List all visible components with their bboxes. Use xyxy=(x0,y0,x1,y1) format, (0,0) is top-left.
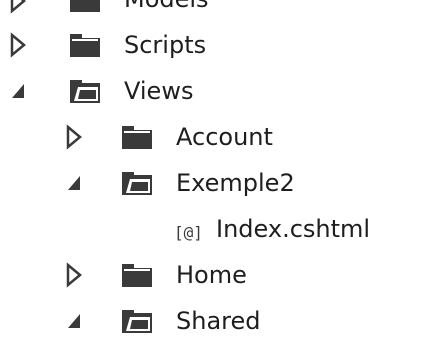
tree-item-label: Models xyxy=(124,0,209,16)
tree-item-scripts[interactable]: Scripts xyxy=(0,24,438,70)
tree-item-models[interactable]: Models xyxy=(0,0,438,24)
tree-item-index-cshtml[interactable]: [@] Index.cshtml xyxy=(0,208,438,254)
folder-icon xyxy=(70,34,100,57)
tree-item-views[interactable]: Views xyxy=(0,70,438,116)
folder-icon xyxy=(122,126,152,149)
expand-arrow-icon[interactable] xyxy=(8,0,28,14)
tree-item-shared[interactable]: Shared xyxy=(0,300,438,346)
folder-icon xyxy=(70,0,100,12)
tree-item-account[interactable]: Account xyxy=(0,116,438,162)
expand-arrow-icon[interactable] xyxy=(64,124,84,150)
tree-item-label: Index.cshtml xyxy=(216,215,371,243)
open-folder-icon xyxy=(122,310,152,333)
expand-arrow-icon[interactable] xyxy=(64,262,84,288)
tree-item-label: Home xyxy=(176,261,247,289)
open-folder-icon xyxy=(70,80,100,103)
tree-item-label: Shared xyxy=(176,307,261,335)
open-folder-icon xyxy=(122,172,152,195)
tree-item-label: Scripts xyxy=(124,31,207,59)
expand-arrow-icon[interactable] xyxy=(8,32,28,58)
collapse-arrow-icon[interactable] xyxy=(64,170,84,196)
tree-item-label: Exemple2 xyxy=(176,169,295,197)
folder-icon xyxy=(122,264,152,287)
razor-file-icon: [@] xyxy=(174,223,203,242)
solution-explorer-tree: Models Scripts Views xyxy=(0,0,438,347)
collapse-arrow-icon[interactable] xyxy=(8,78,28,104)
tree-item-exemple2[interactable]: Exemple2 xyxy=(0,162,438,208)
tree-item-label: Views xyxy=(124,77,194,105)
tree-item-label: Account xyxy=(176,123,273,151)
collapse-arrow-icon[interactable] xyxy=(64,308,84,334)
tree-item-home[interactable]: Home xyxy=(0,254,438,300)
